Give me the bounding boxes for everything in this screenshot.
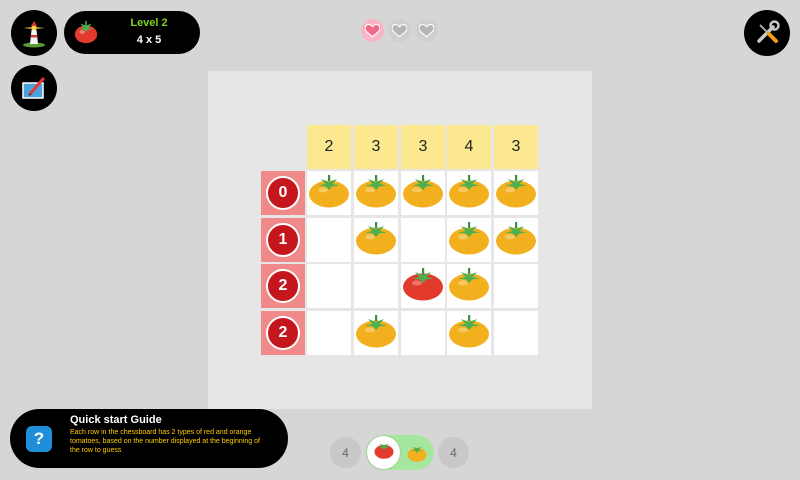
grid-cell[interactable] [401, 218, 445, 262]
row-count-badge: 2 [266, 316, 300, 350]
grid-cell[interactable] [307, 311, 351, 355]
orange-tomato-icon [448, 266, 490, 307]
grid-cell[interactable] [494, 218, 538, 262]
row-count: 0 [261, 171, 305, 215]
lives [361, 19, 438, 42]
grid-cell[interactable] [354, 171, 398, 215]
red-tomato-icon [402, 266, 444, 307]
orange-tomato-icon [402, 173, 444, 214]
grid-cell[interactable] [447, 264, 491, 308]
column-count: 2 [307, 125, 351, 169]
heart-icon [388, 19, 411, 42]
quick-start-guide[interactable]: ? Quick start Guide Each row in the ches… [10, 409, 288, 468]
column-count: 3 [354, 125, 398, 169]
level-size: 4 x 5 [136, 34, 162, 46]
level-title: Level 2 [130, 17, 168, 29]
lighthouse-icon [23, 21, 45, 48]
row-count-badge: 2 [266, 269, 300, 303]
row-count: 1 [261, 218, 305, 262]
help-icon: ? [26, 426, 52, 452]
red-tomato-count: 4 [330, 437, 361, 468]
column-count: 4 [447, 125, 491, 169]
row-count-badge: 0 [266, 176, 300, 210]
grid-cell[interactable] [494, 264, 538, 308]
grid-cell[interactable] [401, 264, 445, 308]
orange-tomato-icon [448, 173, 490, 214]
pencil-board-icon [22, 77, 45, 99]
settings-button[interactable] [744, 10, 790, 56]
grid-cell[interactable] [354, 264, 398, 308]
grid-cell[interactable] [447, 171, 491, 215]
grid-cell[interactable] [401, 311, 445, 355]
wrench-screwdriver-icon [757, 20, 780, 43]
edit-button[interactable] [11, 65, 57, 111]
home-button[interactable] [11, 10, 57, 56]
orange-tomato-icon [495, 220, 537, 261]
red-tomato-icon [373, 440, 395, 465]
orange-tomato-icon [448, 220, 490, 261]
row-count: 2 [261, 311, 305, 355]
grid-cell[interactable] [494, 311, 538, 355]
heart-icon [361, 19, 384, 42]
grid-cell[interactable] [307, 264, 351, 308]
column-count: 3 [494, 125, 538, 169]
grid-cell[interactable] [354, 311, 398, 355]
row-count-badge: 1 [266, 223, 300, 257]
grid-cell[interactable] [494, 171, 538, 215]
guide-text: Each row in the chessboard has 2 types o… [70, 429, 260, 454]
grid-cell[interactable] [447, 311, 491, 355]
column-count: 3 [401, 125, 445, 169]
orange-tomato-count: 4 [438, 437, 469, 468]
level-info: Level 2 4 x 5 [64, 11, 200, 54]
orange-tomato-icon [355, 173, 397, 214]
tomato-type-toggle[interactable] [366, 435, 434, 470]
orange-tomato-icon [355, 313, 397, 354]
grid-corner [261, 125, 305, 169]
grid-cell[interactable] [354, 218, 398, 262]
grid-cell[interactable] [307, 218, 351, 262]
grid-cell[interactable] [307, 171, 351, 215]
tomato-icon [72, 18, 100, 51]
toggle-knob[interactable] [367, 436, 400, 469]
orange-tomato-icon [355, 220, 397, 261]
orange-tomato-icon [495, 173, 537, 214]
heart-icon [415, 19, 438, 42]
grid-cell[interactable] [401, 171, 445, 215]
orange-tomato-icon [448, 313, 490, 354]
row-count: 2 [261, 264, 305, 308]
guide-title: Quick start Guide [70, 414, 162, 426]
grid-cell[interactable] [447, 218, 491, 262]
orange-tomato-icon [308, 173, 350, 214]
orange-tomato-icon [406, 443, 428, 468]
